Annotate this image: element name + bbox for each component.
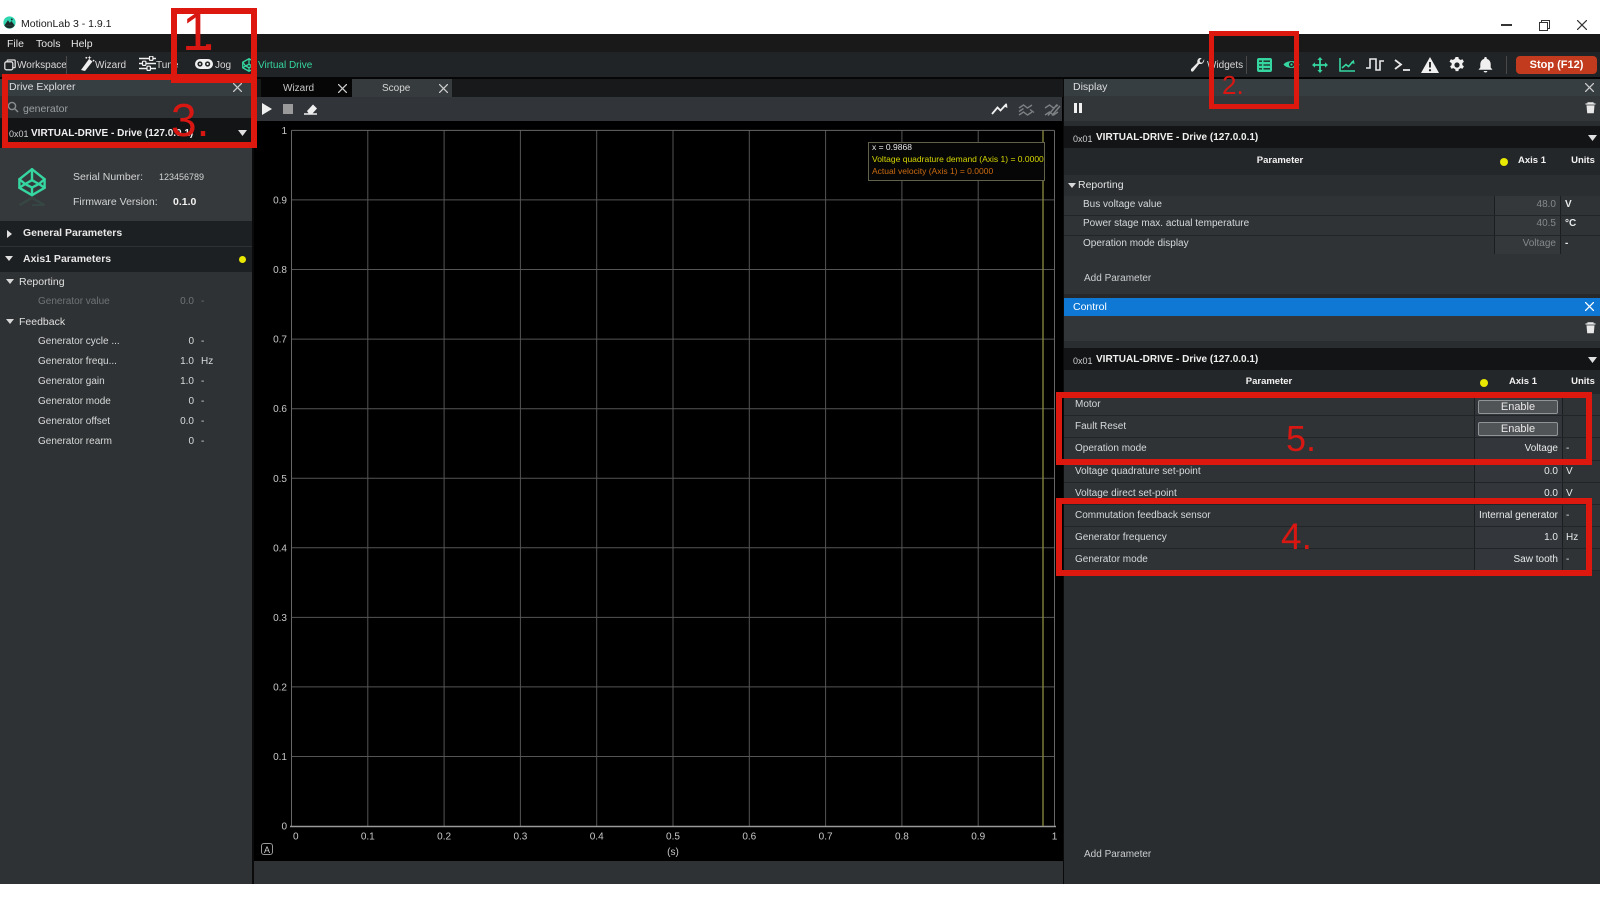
svg-text:0: 0 — [281, 822, 287, 833]
svg-text:0.2: 0.2 — [437, 832, 451, 843]
svg-text:0.8: 0.8 — [273, 265, 287, 276]
svg-text:0.2: 0.2 — [273, 683, 287, 694]
svg-text:0.9: 0.9 — [273, 196, 287, 207]
svg-text:Voltage quadrature demand (Axi: Voltage quadrature demand (Axis 1) = 0.0… — [872, 154, 1044, 164]
svg-text:0.9: 0.9 — [971, 832, 985, 843]
svg-text:0.8: 0.8 — [895, 832, 909, 843]
svg-text:0.3: 0.3 — [273, 613, 287, 624]
svg-text:0.7: 0.7 — [819, 832, 833, 843]
svg-text:x = 0.9868: x = 0.9868 — [872, 142, 912, 152]
svg-text:0.1: 0.1 — [273, 752, 287, 763]
svg-text:0.5: 0.5 — [273, 474, 287, 485]
svg-text:1: 1 — [1052, 832, 1058, 843]
svg-text:(s): (s) — [667, 847, 679, 858]
svg-text:0.7: 0.7 — [273, 335, 287, 346]
svg-text:0.5: 0.5 — [666, 832, 680, 843]
svg-text:0.6: 0.6 — [742, 832, 756, 843]
svg-text:0.6: 0.6 — [273, 404, 287, 415]
svg-text:0.3: 0.3 — [513, 832, 527, 843]
svg-text:0.4: 0.4 — [590, 832, 604, 843]
svg-text:0: 0 — [293, 832, 299, 843]
svg-text:1: 1 — [281, 126, 287, 137]
svg-text:Actual velocity (Axis 1) = 0.0: Actual velocity (Axis 1) = 0.0000 — [872, 166, 993, 176]
svg-text:0.4: 0.4 — [273, 543, 287, 554]
svg-text:0.1: 0.1 — [361, 832, 375, 843]
